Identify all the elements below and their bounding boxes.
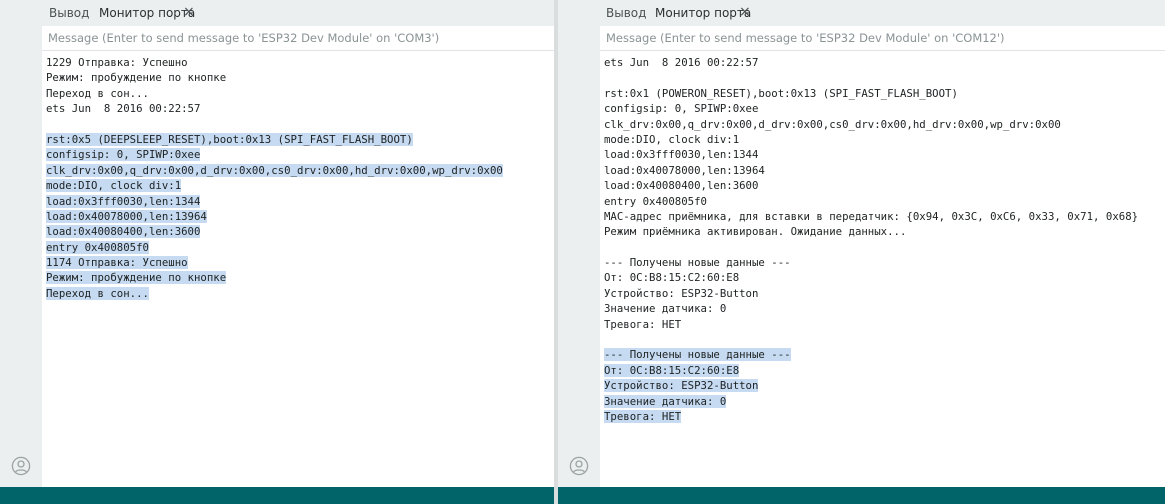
log-line-text: load:0x40080400,len:3600: [604, 179, 759, 193]
log-line-text: ets Jun 8 2016 00:22:57: [46, 102, 201, 116]
log-line-text: entry 0x400805f0: [604, 194, 707, 208]
log-line: mode:DIO, clock div:1: [604, 132, 1165, 147]
log-line: mode:DIO, clock div:1: [46, 178, 554, 193]
account-icon[interactable]: [11, 456, 31, 476]
message-input[interactable]: [42, 26, 554, 50]
message-bar: [600, 26, 1165, 51]
serial-output[interactable]: 1229 Отправка: Успешно Режим: пробуждение…: [46, 55, 554, 301]
log-line: entry 0x400805f0: [46, 240, 554, 255]
log-line-text: Режим: пробуждение по кнопке: [46, 71, 227, 85]
log-line-text: mode:DIO, clock div:1: [46, 179, 182, 193]
log-line: clk_drv:0x00,q_drv:0x00,d_drv:0x00,cs0_d…: [604, 117, 1165, 132]
log-line-text: --- Получены новые данные ---: [604, 256, 791, 270]
log-line-text: clk_drv:0x00,q_drv:0x00,d_drv:0x00,cs0_d…: [46, 163, 503, 177]
log-line-text: Тревога: НЕТ: [604, 409, 682, 423]
log-line: 1229 Отправка: Успешно: [46, 55, 554, 70]
log-line-text: load:0x40078000,len:13964: [46, 209, 207, 223]
log-line: --- Получены новые данные ---: [604, 347, 1165, 362]
log-line: load:0x40080400,len:3600: [604, 178, 1165, 193]
log-line-text: Устройство: ESP32-Button: [604, 286, 759, 300]
log-line-text: Устройство: ESP32-Button: [604, 379, 759, 393]
log-line-text: configsip: 0, SPIWP:0xee: [46, 148, 201, 162]
message-bar: [42, 26, 554, 51]
log-line-text: Переход в сон...: [46, 86, 149, 100]
log-line: load:0x40078000,len:13964: [46, 209, 554, 224]
log-line: MAC-адрес приёмника, для вставки в перед…: [604, 209, 1165, 224]
log-line-text: load:0x3fff0030,len:1344: [604, 148, 759, 162]
log-line: load:0x3fff0030,len:1344: [604, 147, 1165, 162]
log-line: Переход в сон...: [46, 286, 554, 301]
log-line-text: Тревога: НЕТ: [604, 317, 682, 331]
log-line: От: 0C:B8:15:C2:60:E8: [604, 270, 1165, 285]
log-line-text: Режим приёмника активирован. Ожидание да…: [604, 225, 907, 239]
log-line: configsip: 0, SPIWP:0xee: [604, 101, 1165, 116]
log-line: 1174 Отправка: Успешно: [46, 255, 554, 270]
serial-monitor-pane-com3: Вывод Монитор порта × 1229 Отправка: Усп…: [0, 0, 554, 504]
log-line-text: Значение датчика: 0: [604, 302, 727, 316]
serial-output[interactable]: ets Jun 8 2016 00:22:57 rst:0x1 (POWERON_…: [604, 55, 1165, 424]
log-line: Значение датчика: 0: [604, 301, 1165, 316]
log-line: Устройство: ESP32-Button: [604, 286, 1165, 301]
log-line: Тревога: НЕТ: [604, 317, 1165, 332]
log-line-text: load:0x40080400,len:3600: [46, 225, 201, 239]
log-line: Режим: пробуждение по кнопке: [46, 70, 554, 85]
log-line-text: --- Получены новые данные ---: [604, 348, 791, 362]
log-line: rst:0x1 (POWERON_RESET),boot:0x13 (SPI_F…: [604, 86, 1165, 101]
log-line-text: От: 0C:B8:15:C2:60:E8: [604, 363, 740, 377]
log-line-text: 1174 Отправка: Успешно: [46, 256, 188, 270]
log-line-text: ets Jun 8 2016 00:22:57: [604, 56, 759, 69]
log-line-text: entry 0x400805f0: [46, 240, 149, 254]
log-line: Значение датчика: 0: [604, 394, 1165, 409]
log-line: load:0x3fff0030,len:1344: [46, 194, 554, 209]
panel-tab-bar: Вывод Монитор порта ×: [42, 0, 554, 26]
left-sidebar: [0, 0, 42, 487]
log-line-text: load:0x3fff0030,len:1344: [46, 194, 201, 208]
log-line-text: clk_drv:0x00,q_drv:0x00,d_drv:0x00,cs0_d…: [604, 117, 1061, 131]
log-line-text: load:0x40078000,len:13964: [604, 163, 765, 177]
log-line: Переход в сон...: [46, 86, 554, 101]
log-line-text: rst:0x5 (DEEPSLEEP_RESET),boot:0x13 (SPI…: [46, 132, 413, 146]
log-line-text: Значение датчика: 0: [604, 394, 727, 408]
log-line-text: Режим: пробуждение по кнопке: [46, 271, 227, 285]
log-line: Режим приёмника активирован. Ожидание да…: [604, 224, 1165, 239]
close-icon[interactable]: ×: [183, 4, 195, 20]
left-sidebar: [558, 0, 600, 487]
tab-output[interactable]: Вывод: [49, 6, 89, 20]
log-line: rst:0x5 (DEEPSLEEP_RESET),boot:0x13 (SPI…: [46, 132, 554, 147]
log-line: ets Jun 8 2016 00:22:57: [604, 55, 1165, 70]
serial-monitor-pane-com12: Вывод Монитор порта × ets Jun 8 2016 00:…: [558, 0, 1165, 504]
message-input[interactable]: [600, 26, 1165, 50]
tab-output[interactable]: Вывод: [606, 6, 646, 20]
log-line-text: От: 0C:B8:15:C2:60:E8: [604, 271, 740, 285]
panel-tab-bar: Вывод Монитор порта ×: [600, 0, 1165, 26]
log-line-text: configsip: 0, SPIWP:0xee: [604, 102, 759, 116]
log-line: Устройство: ESP32-Button: [604, 378, 1165, 393]
tab-serial-monitor[interactable]: Монитор порта: [655, 6, 751, 20]
log-line: Режим: пробуждение по кнопке: [46, 270, 554, 285]
account-icon[interactable]: [569, 456, 589, 476]
log-line-text: MAC-адрес приёмника, для вставки в перед…: [604, 209, 1139, 223]
log-line: load:0x40080400,len:3600: [46, 224, 554, 239]
log-line: --- Получены новые данные ---: [604, 255, 1165, 270]
log-line: ets Jun 8 2016 00:22:57: [46, 101, 554, 116]
log-line: load:0x40078000,len:13964: [604, 163, 1165, 178]
log-line: От: 0C:B8:15:C2:60:E8: [604, 363, 1165, 378]
log-line-text: rst:0x1 (POWERON_RESET),boot:0x13 (SPI_F…: [604, 86, 958, 100]
log-line: clk_drv:0x00,q_drv:0x00,d_drv:0x00,cs0_d…: [46, 163, 554, 178]
status-bar: [558, 487, 1165, 504]
log-line-text: 1229 Отправка: Успешно: [46, 56, 188, 69]
status-bar: [0, 487, 554, 504]
log-line-text: Переход в сон...: [46, 286, 149, 300]
tab-serial-monitor[interactable]: Монитор порта: [99, 6, 195, 20]
log-line: entry 0x400805f0: [604, 194, 1165, 209]
close-icon[interactable]: ×: [739, 4, 751, 20]
log-line: configsip: 0, SPIWP:0xee: [46, 147, 554, 162]
log-line-text: mode:DIO, clock div:1: [604, 132, 740, 146]
log-line: Тревога: НЕТ: [604, 409, 1165, 424]
